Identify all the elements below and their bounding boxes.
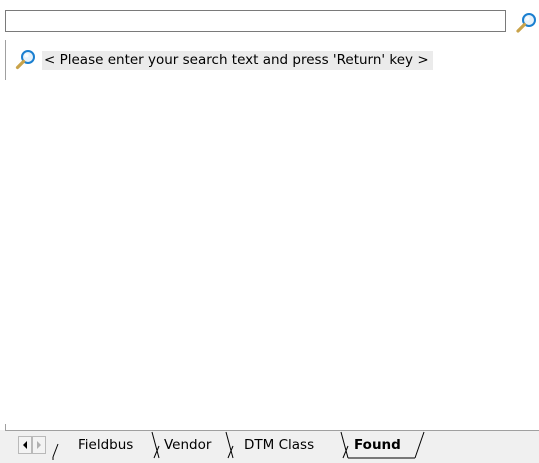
tab-found[interactable]: Found — [354, 437, 401, 453]
search-input[interactable] — [5, 10, 506, 32]
device-catalog-panel: < Please enter your search text and pres… — [0, 0, 539, 463]
magnifier-icon — [516, 13, 536, 33]
tab-fieldbus[interactable]: Fieldbus — [78, 437, 133, 453]
tab-strip: Fieldbus Vendor DTM Class Found — [0, 430, 539, 463]
search-row — [5, 10, 539, 36]
tab-dtm-class[interactable]: DTM Class — [244, 437, 314, 453]
search-hint: < Please enter your search text and pres… — [15, 49, 433, 71]
magnifier-icon — [15, 50, 35, 70]
search-button[interactable] — [513, 11, 539, 35]
search-hint-text: < Please enter your search text and pres… — [42, 50, 433, 70]
tab-vendor[interactable]: Vendor — [164, 437, 211, 453]
results-list[interactable] — [5, 80, 539, 424]
